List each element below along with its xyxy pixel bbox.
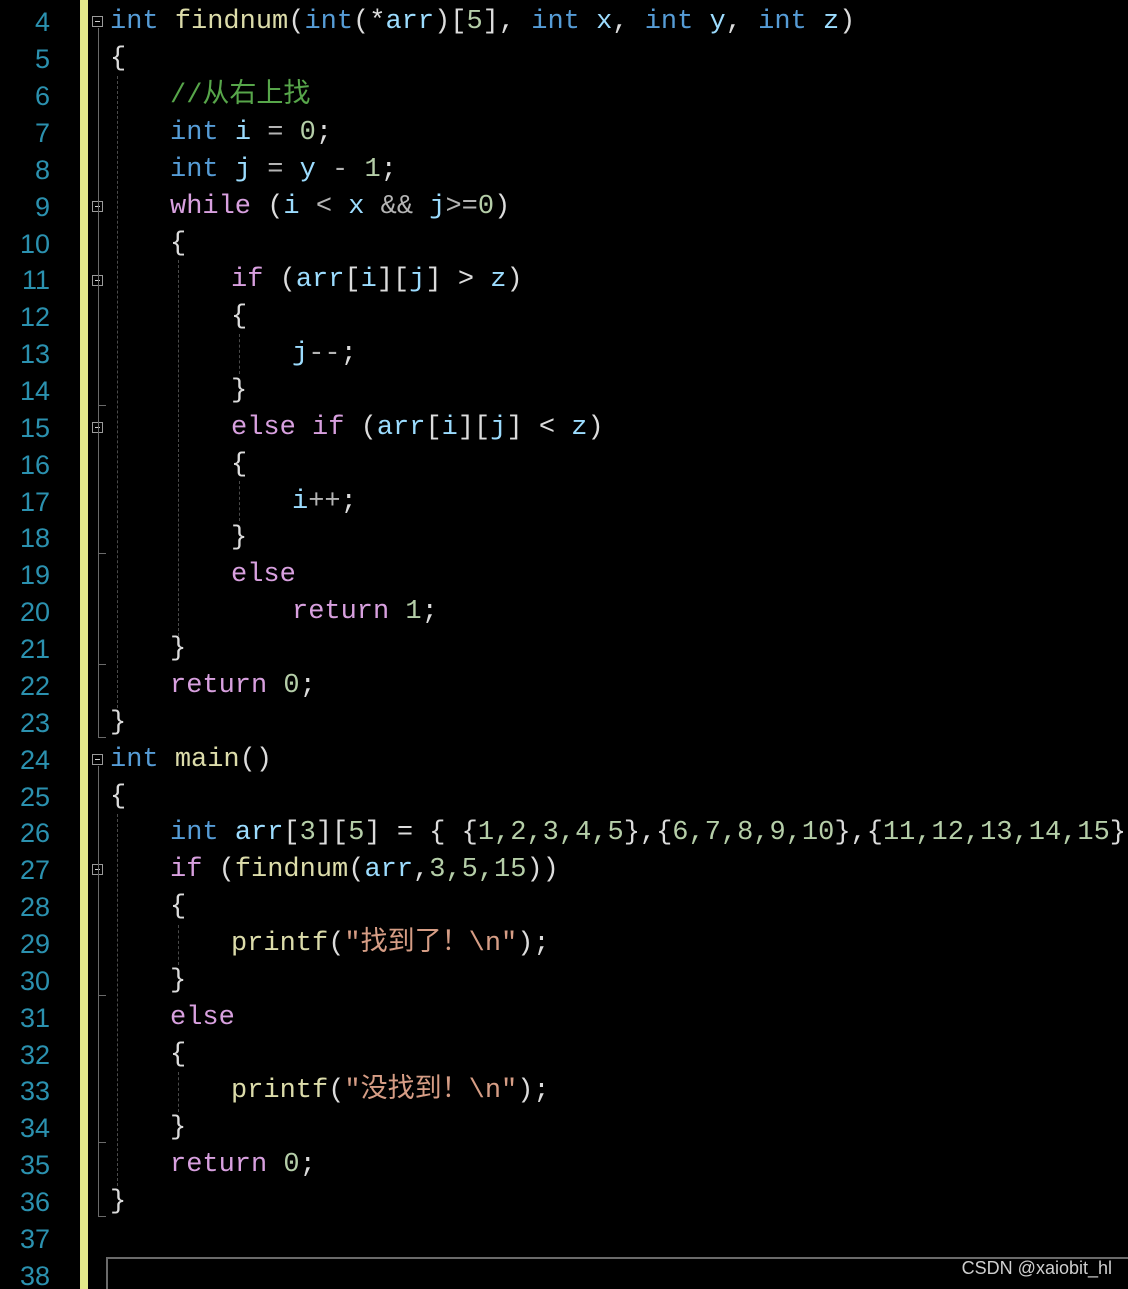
indent-guide — [178, 260, 179, 636]
line-number: 10 — [19, 229, 50, 259]
line-number: 6 — [34, 81, 50, 111]
code-line[interactable]: j--; — [292, 336, 357, 373]
line-number: 28 — [19, 892, 50, 922]
outline-end — [98, 1216, 106, 1217]
code-line[interactable]: } — [231, 373, 247, 410]
code-line[interactable]: else if (arr[i][j] < z) — [231, 410, 604, 447]
code-editor[interactable]: 4 5 6 7 8 9 10 11 12 13 14 15 16 17 18 1… — [0, 0, 1128, 1289]
line-number: 21 — [19, 634, 50, 664]
line-number: 4 — [34, 7, 50, 37]
collapse-icon[interactable] — [92, 16, 103, 27]
line-number: 30 — [19, 966, 50, 996]
indent-guide — [117, 76, 118, 708]
line-number: 15 — [19, 413, 50, 443]
line-number: 19 — [19, 560, 50, 590]
outline-line — [98, 28, 99, 737]
code-line[interactable]: while (i < x && j>=0) — [170, 189, 510, 226]
indent-guide — [178, 925, 179, 965]
outline-end — [98, 737, 106, 738]
line-number: 20 — [19, 597, 50, 627]
code-line[interactable]: } — [170, 1110, 186, 1147]
code-line[interactable]: { — [231, 299, 247, 336]
code-line[interactable]: return 1; — [292, 594, 438, 631]
line-number: 17 — [19, 487, 50, 517]
line-number: 34 — [19, 1113, 50, 1143]
line-number: 18 — [19, 523, 50, 553]
indent-guide — [239, 334, 240, 374]
line-number: 9 — [34, 192, 50, 222]
indent-guide — [239, 481, 240, 521]
code-line[interactable]: { — [170, 1037, 186, 1074]
code-line[interactable]: { — [110, 779, 126, 816]
code-line[interactable]: { — [170, 226, 186, 263]
line-number: 38 — [19, 1261, 50, 1289]
code-line[interactable]: } — [110, 1184, 126, 1221]
line-number: 25 — [19, 782, 50, 812]
code-line[interactable]: else — [170, 1000, 235, 1037]
line-number: 5 — [34, 44, 50, 74]
code-line[interactable]: //从右上找 — [170, 78, 310, 115]
code-line[interactable]: if (arr[i][j] > z) — [231, 262, 523, 299]
indent-guide — [178, 1072, 179, 1112]
code-line[interactable]: { — [170, 889, 186, 926]
indent-guide — [117, 814, 118, 1186]
code-line[interactable]: printf("找到了！\n"); — [231, 926, 550, 963]
line-number: 24 — [19, 745, 50, 775]
watermark: CSDN @xaiobit_hl — [961, 1258, 1112, 1278]
line-number: 32 — [19, 1040, 50, 1070]
code-line[interactable]: return 0; — [170, 668, 316, 705]
line-number: 11 — [21, 265, 50, 295]
line-number: 31 — [19, 1003, 50, 1033]
line-number: 8 — [34, 155, 50, 185]
code-line[interactable]: int j = y - 1; — [170, 152, 397, 189]
code-line[interactable]: i++; — [292, 484, 357, 521]
line-number: 14 — [19, 376, 50, 406]
collapse-icon[interactable] — [92, 754, 103, 765]
line-number: 33 — [19, 1076, 50, 1106]
line-number: 13 — [19, 339, 50, 369]
line-number: 37 — [19, 1224, 50, 1254]
code-line[interactable]: printf("没找到！\n"); — [231, 1073, 550, 1110]
line-number: 27 — [19, 855, 50, 885]
code-line[interactable]: int main() — [110, 742, 272, 779]
line-number: 7 — [34, 118, 50, 148]
code-line[interactable]: } — [170, 631, 186, 668]
code-line[interactable]: } — [170, 963, 186, 1000]
line-number: 36 — [19, 1187, 50, 1217]
code-line[interactable]: int findnum(int(*arr)[5], int x, int y, … — [110, 4, 855, 41]
outline-end — [98, 995, 106, 996]
line-number: 29 — [19, 929, 50, 959]
code-line[interactable]: int arr[3][5] = { {1,2,3,4,5},{6,7,8,9,1… — [170, 815, 1128, 852]
change-tracking-bar — [80, 0, 88, 1289]
line-number: 16 — [19, 450, 50, 480]
line-number: 26 — [19, 818, 50, 848]
line-number: 12 — [19, 302, 50, 332]
outline-end — [98, 664, 106, 665]
outline-end — [98, 405, 106, 406]
line-number: 23 — [19, 708, 50, 738]
outline-line — [98, 766, 99, 1216]
code-line[interactable]: int i = 0; — [170, 115, 332, 152]
code-line[interactable]: } — [110, 705, 126, 742]
line-number: 35 — [19, 1150, 50, 1180]
code-line[interactable]: { — [231, 447, 247, 484]
outline-end — [98, 1142, 106, 1143]
code-line[interactable]: } — [231, 520, 247, 557]
code-line[interactable]: { — [110, 41, 126, 78]
code-line[interactable]: else — [231, 557, 296, 594]
outline-end — [98, 553, 106, 554]
line-number: 22 — [19, 671, 50, 701]
code-line[interactable]: if (findnum(arr,3,5,15)) — [170, 852, 559, 889]
code-line[interactable]: return 0; — [170, 1147, 316, 1184]
